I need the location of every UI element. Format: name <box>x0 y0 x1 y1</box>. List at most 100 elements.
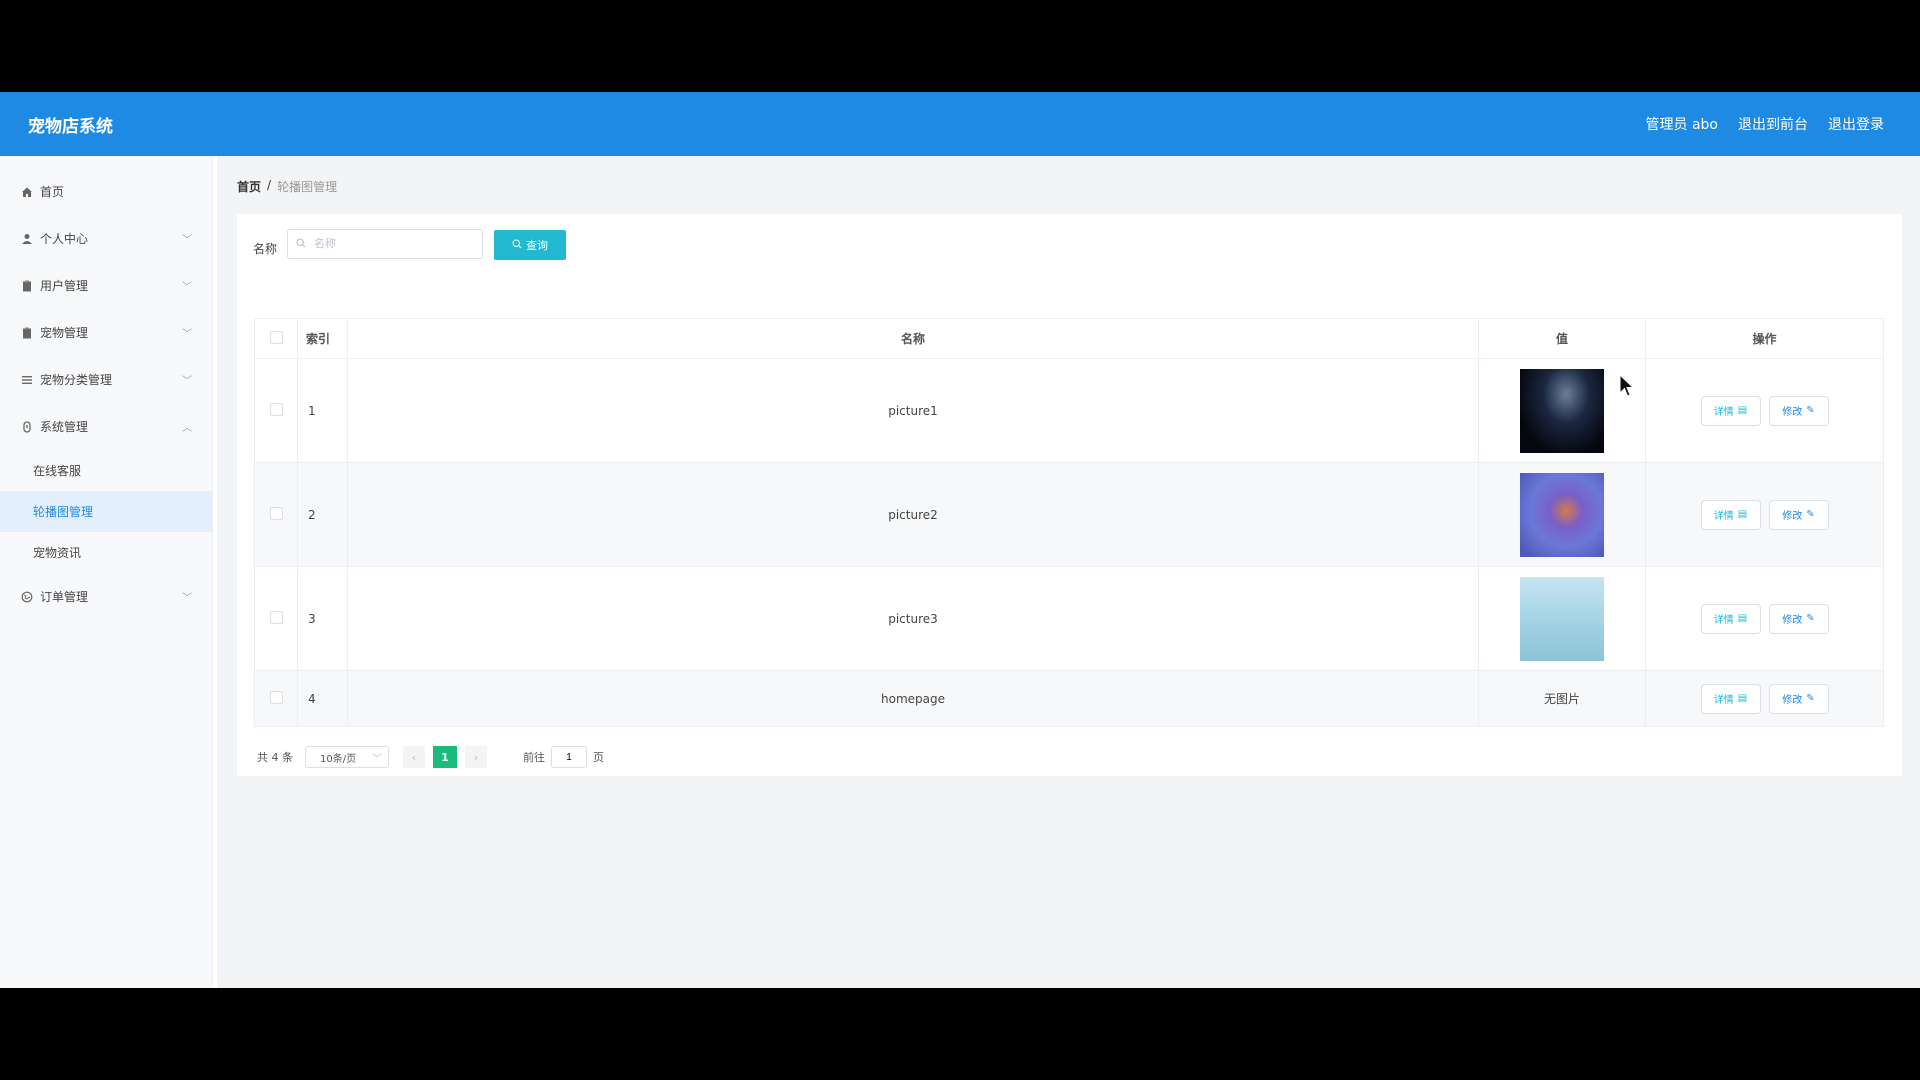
breadcrumb-home[interactable]: 首页 <box>237 178 261 195</box>
list-icon <box>20 373 34 387</box>
carousel-image-thumbnail[interactable] <box>1520 368 1604 453</box>
row-checkbox[interactable] <box>269 402 283 416</box>
row-checkbox[interactable] <box>269 690 283 704</box>
sidebar-item-system-management[interactable]: 系统管理 ︿ <box>0 403 212 450</box>
table-row: 1 picture1 详情 ▤ 修改 ✎ <box>254 358 1884 463</box>
edit-button-label: 修改 <box>1782 407 1803 418</box>
sidebar-item-pet-category-management[interactable]: 宠物分类管理 ﹀ <box>0 356 212 403</box>
chevron-down-icon: ﹀ <box>182 593 192 604</box>
document-icon: ▤ <box>1737 509 1748 520</box>
edit-button-label: 修改 <box>1782 615 1803 626</box>
row-index: 3 <box>297 566 348 671</box>
document-icon: ▤ <box>1737 693 1748 704</box>
mouse-cursor-icon <box>1619 373 1635 402</box>
sidebar-item-home[interactable]: 首页 <box>0 168 212 215</box>
sidebar-subitem-label: 宠物资讯 <box>33 546 82 560</box>
detail-button[interactable]: 详情 ▤ <box>1700 683 1761 714</box>
chevron-down-icon: ﹀ <box>182 376 192 387</box>
search-label: 名称 <box>253 242 278 256</box>
row-index: 2 <box>297 462 348 567</box>
row-name: picture3 <box>347 566 1479 671</box>
next-page-button[interactable]: › <box>465 746 487 768</box>
edit-button[interactable]: 修改 ✎ <box>1768 395 1829 426</box>
row-ops-cell: 详情 ▤ 修改 ✎ <box>1645 462 1884 567</box>
page-number-button[interactable]: 1 <box>433 746 457 768</box>
edit-button-label: 修改 <box>1782 511 1803 522</box>
select-all-header <box>254 318 298 359</box>
select-all-checkbox[interactable] <box>269 330 283 344</box>
page-size-value: 10条/页 <box>320 753 357 765</box>
breadcrumb: 首页 / 轮播图管理 <box>237 178 337 195</box>
document-icon: ▤ <box>1737 405 1748 416</box>
edit-button[interactable]: 修改 ✎ <box>1768 499 1829 530</box>
sidebar-item-personal-center[interactable]: 个人中心 ﹀ <box>0 215 212 262</box>
prev-page-button[interactable]: ‹ <box>403 746 425 768</box>
row-ops-cell: 详情 ▤ 修改 ✎ <box>1645 358 1884 463</box>
detail-button[interactable]: 详情 ▤ <box>1700 603 1761 634</box>
sidebar-item-label: 个人中心 <box>40 232 89 246</box>
carousel-image-thumbnail[interactable] <box>1520 472 1604 557</box>
row-checkbox-cell <box>254 462 298 567</box>
query-button-label: 查询 <box>526 239 548 252</box>
row-checkbox-cell <box>254 670 298 727</box>
chevron-up-icon: ︿ <box>182 423 192 434</box>
admin-label: 管理员 abo <box>1645 117 1718 133</box>
query-button[interactable]: 查询 <box>494 230 566 260</box>
index-header: 索引 <box>297 318 348 359</box>
breadcrumb-current: 轮播图管理 <box>277 180 338 194</box>
globe-icon <box>20 590 34 604</box>
pagination: 共 4 条 10条/页 ﹀ ‹ 1 › 前往 页 <box>257 746 604 768</box>
app-window: 宠物店系统 管理员 abo 退出到前台 退出登录 首页 个人中心 ﹀ 用户管理 <box>0 92 1920 988</box>
sidebar-subitem-pet-news[interactable]: 宠物资讯 <box>0 532 212 573</box>
row-checkbox[interactable] <box>269 506 283 520</box>
row-index: 1 <box>297 358 348 463</box>
table-row: 3 picture3 详情 ▤ 修改 ✎ <box>254 566 1884 671</box>
chevron-down-icon: ﹀ <box>182 235 192 246</box>
goto-page-input[interactable] <box>551 746 587 768</box>
row-value-cell <box>1478 462 1646 567</box>
search-input[interactable] <box>312 237 466 251</box>
top-header: 宠物店系统 管理员 abo 退出到前台 退出登录 <box>0 92 1920 156</box>
chevron-down-icon: ﹀ <box>182 282 192 293</box>
detail-button[interactable]: 详情 ▤ <box>1700 499 1761 530</box>
ops-header: 操作 <box>1645 318 1884 359</box>
edit-button[interactable]: 修改 ✎ <box>1768 683 1829 714</box>
sidebar: 首页 个人中心 ﹀ 用户管理 ﹀ 宠物管理 ﹀ 宠物分类管理 ﹀ 系统管理 ︿ … <box>0 156 213 988</box>
sidebar-item-label: 系统管理 <box>40 420 89 434</box>
document-icon: ▤ <box>1737 613 1748 624</box>
logout-link[interactable]: 退出登录 <box>1828 114 1884 134</box>
carousel-image-thumbnail[interactable] <box>1520 576 1604 661</box>
value-header: 值 <box>1478 318 1646 359</box>
table-row: 2 picture2 详情 ▤ 修改 ✎ <box>254 462 1884 567</box>
user-icon <box>20 232 34 246</box>
home-icon <box>20 185 34 199</box>
row-checkbox[interactable] <box>269 610 283 624</box>
search-field-wrapper[interactable] <box>287 229 483 259</box>
page-size-select[interactable]: 10条/页 ﹀ <box>305 746 389 768</box>
row-name: picture1 <box>347 358 1479 463</box>
goto-label: 前往 <box>523 751 545 764</box>
row-name: picture2 <box>347 462 1479 567</box>
chevron-down-icon: ﹀ <box>182 329 192 340</box>
edit-button[interactable]: 修改 ✎ <box>1768 603 1829 634</box>
main-content: 首页 / 轮播图管理 名称 查询 <box>217 156 1920 988</box>
back-to-front-link[interactable]: 退出到前台 <box>1738 114 1808 134</box>
sidebar-subitem-carousel-management[interactable]: 轮播图管理 <box>0 491 212 532</box>
goto-suffix: 页 <box>593 751 604 764</box>
carousel-table: 索引 名称 值 操作 1 picture1 详情 ▤ 修改 ✎ 2 pictur… <box>254 318 1884 727</box>
breadcrumb-separator: / <box>267 178 272 192</box>
sidebar-subitem-online-service[interactable]: 在线客服 <box>0 450 212 491</box>
lock-icon <box>20 420 34 434</box>
sidebar-item-user-management[interactable]: 用户管理 ﹀ <box>0 262 212 309</box>
chevron-down-icon: ﹀ <box>372 753 382 765</box>
sidebar-item-order-management[interactable]: 订单管理 ﹀ <box>0 573 212 620</box>
detail-button-label: 详情 <box>1713 407 1734 418</box>
pencil-icon: ✎ <box>1806 613 1815 624</box>
table-row: 4 homepage 无图片 详情 ▤ 修改 ✎ <box>254 670 1884 727</box>
pencil-icon: ✎ <box>1806 405 1815 416</box>
pencil-icon: ✎ <box>1806 509 1815 520</box>
detail-button[interactable]: 详情 ▤ <box>1700 395 1761 426</box>
sidebar-item-pet-management[interactable]: 宠物管理 ﹀ <box>0 309 212 356</box>
row-ops-cell: 详情 ▤ 修改 ✎ <box>1645 670 1884 727</box>
row-name: homepage <box>347 670 1479 727</box>
